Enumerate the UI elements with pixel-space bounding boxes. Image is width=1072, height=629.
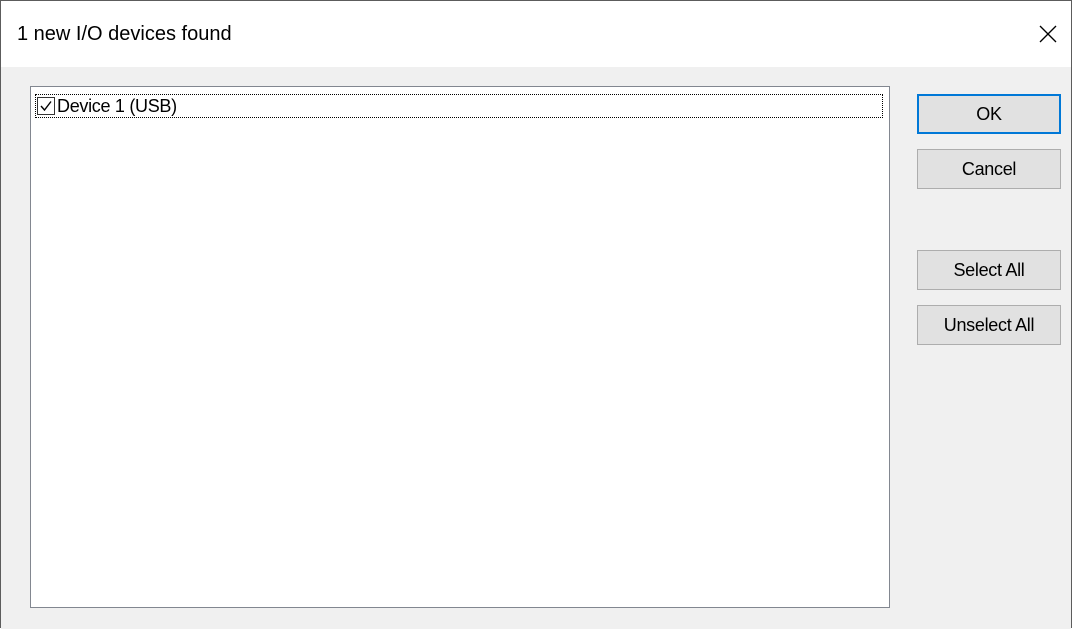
checkmark-icon xyxy=(40,101,52,112)
list-item-device-1[interactable]: Device 1 (USB) xyxy=(35,94,883,118)
device-listbox[interactable]: Device 1 (USB) xyxy=(30,86,890,608)
ok-button[interactable]: OK xyxy=(917,94,1061,134)
close-icon xyxy=(1039,25,1057,43)
device-checkbox[interactable] xyxy=(37,97,55,115)
title-bar: 1 new I/O devices found xyxy=(1,1,1071,67)
dialog-window: 1 new I/O devices found Device 1 (USB) O… xyxy=(0,0,1072,629)
cancel-button[interactable]: Cancel xyxy=(917,149,1061,189)
close-button[interactable] xyxy=(1025,1,1071,67)
select-all-button[interactable]: Select All xyxy=(917,250,1061,290)
dialog-title: 1 new I/O devices found xyxy=(17,23,232,45)
dialog-body: Device 1 (USB) OK Cancel Select All Unse… xyxy=(1,67,1071,629)
device-label: Device 1 (USB) xyxy=(57,95,177,116)
unselect-all-button[interactable]: Unselect All xyxy=(917,305,1061,345)
